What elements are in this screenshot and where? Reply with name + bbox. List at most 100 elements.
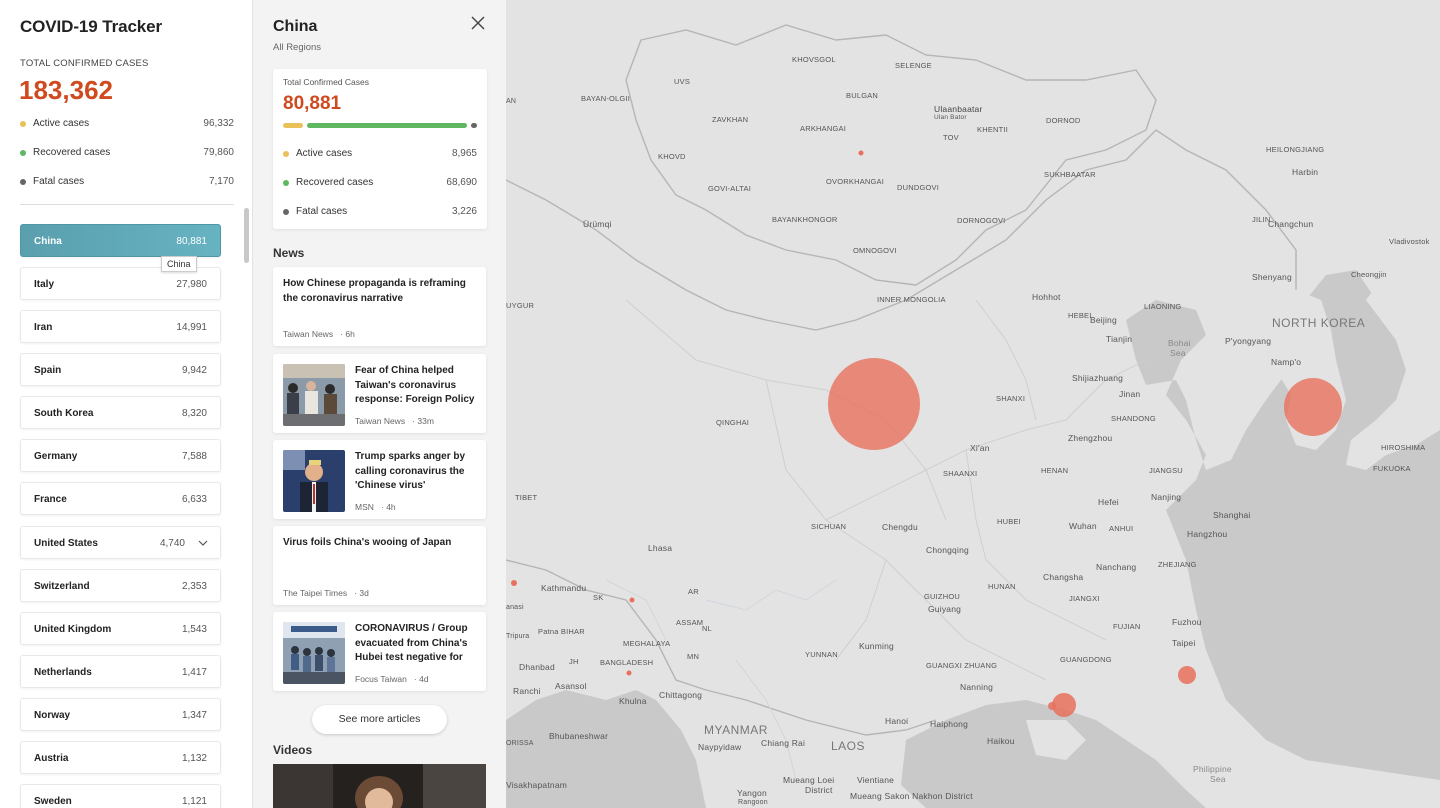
- news-source: Taiwan News: [283, 329, 334, 339]
- country-name: Italy: [34, 279, 55, 290]
- map-label: TIBET: [515, 493, 538, 502]
- map-label: GOVI-ALTAI: [708, 184, 751, 193]
- map-label: Kunming: [859, 641, 894, 651]
- global-recovered-row: Recovered cases 79,860: [20, 146, 234, 160]
- map-label: FUJIAN: [1113, 622, 1141, 631]
- map-label: GUANGXI ZHUANG: [926, 661, 998, 670]
- map-label: SHAANXI: [943, 469, 978, 478]
- map-label: HEBEI: [1068, 311, 1092, 320]
- news-card[interactable]: Virus foils China's wooing of Japan The …: [273, 526, 486, 605]
- news-card[interactable]: How Chinese propaganda is reframing the …: [273, 267, 486, 346]
- news-thumbnail: [283, 622, 345, 684]
- map-label: Naypyidaw: [698, 742, 742, 752]
- map-label: Yangon: [737, 788, 767, 798]
- map-bubble-bangladesh: [626, 670, 632, 676]
- sidebar: COVID-19 Tracker TOTAL CONFIRMED CASES 1…: [0, 0, 253, 808]
- stat-label: Recovered cases: [33, 147, 111, 158]
- map[interactable]: KHOVSGOL SELENGE UVS BAYAN-OLGII BULGAN …: [506, 0, 1440, 808]
- news-title-line: CORONAVIRUS / Group: [355, 623, 468, 634]
- country-item-united-states[interactable]: United States 4,740: [20, 526, 221, 559]
- map-bubble-south-korea: [1284, 378, 1342, 436]
- map-label: KHOVD: [658, 152, 686, 161]
- country-item-norway[interactable]: Norway 1,347: [20, 698, 221, 731]
- map-label: JH: [569, 657, 579, 666]
- stat-label: Fatal cases: [296, 206, 348, 217]
- news-source: MSN: [355, 502, 374, 512]
- country-name: Norway: [34, 710, 71, 721]
- news-title-line: Trump sparks anger by: [355, 451, 466, 462]
- map-bubble-china: [828, 358, 920, 450]
- close-icon[interactable]: [469, 14, 487, 32]
- list-scrollbar[interactable]: [244, 208, 249, 263]
- country-count: 14,991: [176, 322, 207, 333]
- country-count: 9,942: [181, 365, 207, 376]
- country-item-netherlands[interactable]: Netherlands 1,417: [20, 655, 221, 688]
- map-label: BAYANKHONGOR: [772, 215, 838, 224]
- country-item-united-kingdom[interactable]: United Kingdom 1,543: [20, 612, 221, 645]
- news-source: Focus Taiwan: [355, 674, 407, 684]
- country-name: Netherlands: [34, 667, 92, 678]
- map-bubble-nepal-west: [511, 580, 517, 586]
- news-card[interactable]: CORONAVIRUS / Group evacuated from China…: [273, 612, 486, 691]
- map-label: ARKHANGAI: [800, 124, 846, 133]
- country-name: Spain: [34, 365, 62, 376]
- country-count: 1,347: [181, 710, 207, 721]
- summary-label: Total Confirmed Cases: [283, 77, 369, 87]
- country-item-spain[interactable]: Spain 9,942: [20, 353, 221, 386]
- video-thumbnail[interactable]: [273, 764, 486, 808]
- separator: ·: [349, 588, 360, 598]
- map-label: KHOVSGOL: [792, 55, 836, 64]
- country-list[interactable]: China 80,881 Italy 27,980 Iran 14,991 Sp…: [0, 212, 253, 808]
- region-active-row: Active cases 8,965: [283, 147, 477, 161]
- map-label: HIROSHIMA: [1381, 443, 1426, 452]
- map-label: Changsha: [1043, 572, 1084, 582]
- country-item-china[interactable]: China 80,881: [20, 224, 221, 257]
- country-item-germany[interactable]: Germany 7,588: [20, 439, 221, 472]
- news-title: CORONAVIRUS / Group evacuated from China…: [355, 622, 479, 666]
- news-card[interactable]: Trump sparks anger by calling coronaviru…: [273, 440, 486, 519]
- chevron-down-icon[interactable]: [198, 538, 208, 548]
- news-title: Virus foils China's wooing of Japan: [283, 536, 478, 551]
- stat-value: 7,170: [208, 176, 234, 187]
- global-active-row: Active cases 96,332: [20, 117, 234, 131]
- map-label: Taipei: [1172, 638, 1196, 648]
- news-title-line: Virus foils China's wooing of Japan: [283, 537, 452, 548]
- country-item-austria[interactable]: Austria 1,132: [20, 741, 221, 774]
- country-count: 7,588: [181, 451, 207, 462]
- map-label: SELENGE: [895, 61, 932, 70]
- map-label: ANHUI: [1109, 524, 1134, 533]
- stat-value: 96,332: [203, 118, 234, 129]
- map-label: BANGLADESH: [600, 658, 654, 667]
- news-age: 6h: [345, 329, 355, 339]
- active-dot-icon: [283, 151, 289, 157]
- map-label: Chengdu: [882, 522, 918, 532]
- map-label: DUNDGOVI: [897, 183, 940, 192]
- map-label: HUBEI: [997, 517, 1021, 526]
- map-label: MEGHALAYA: [623, 639, 671, 648]
- country-name: South Korea: [34, 408, 94, 419]
- country-item-south-korea[interactable]: South Korea 8,320: [20, 396, 221, 429]
- country-item-sweden[interactable]: Sweden 1,121: [20, 784, 221, 808]
- stat-label: Active cases: [33, 118, 90, 129]
- country-item-iran[interactable]: Iran 14,991: [20, 310, 221, 343]
- map-label: Asansol: [555, 681, 587, 691]
- country-item-switzerland[interactable]: Switzerland 2,353: [20, 569, 221, 602]
- map-label: Guiyang: [928, 604, 962, 614]
- map-label: District: [805, 785, 833, 795]
- country-name: Austria: [34, 753, 69, 764]
- news-title-line: evacuated from China's: [355, 637, 468, 649]
- see-more-articles-button[interactable]: See more articles: [312, 705, 447, 734]
- news-title-line: Fear of China helped: [355, 365, 454, 376]
- map-label: Shanghai: [1213, 510, 1251, 520]
- map-label: MN: [687, 652, 700, 661]
- map-label: Visakhapatnam: [506, 780, 568, 790]
- map-label: Nanchang: [1096, 562, 1137, 572]
- news-title-line: 'Chinese virus': [355, 480, 426, 491]
- country-item-france[interactable]: France 6,633: [20, 482, 221, 515]
- news-title: How Chinese propaganda is reframing the …: [283, 277, 478, 306]
- map-label: YUNNAN: [805, 650, 838, 659]
- active-dot-icon: [20, 121, 26, 127]
- region-detail-panel: China All Regions Total Confirmed Cases …: [253, 0, 506, 808]
- news-card[interactable]: Fear of China helped Taiwan's coronaviru…: [273, 354, 486, 433]
- news-age: 33m: [417, 416, 434, 426]
